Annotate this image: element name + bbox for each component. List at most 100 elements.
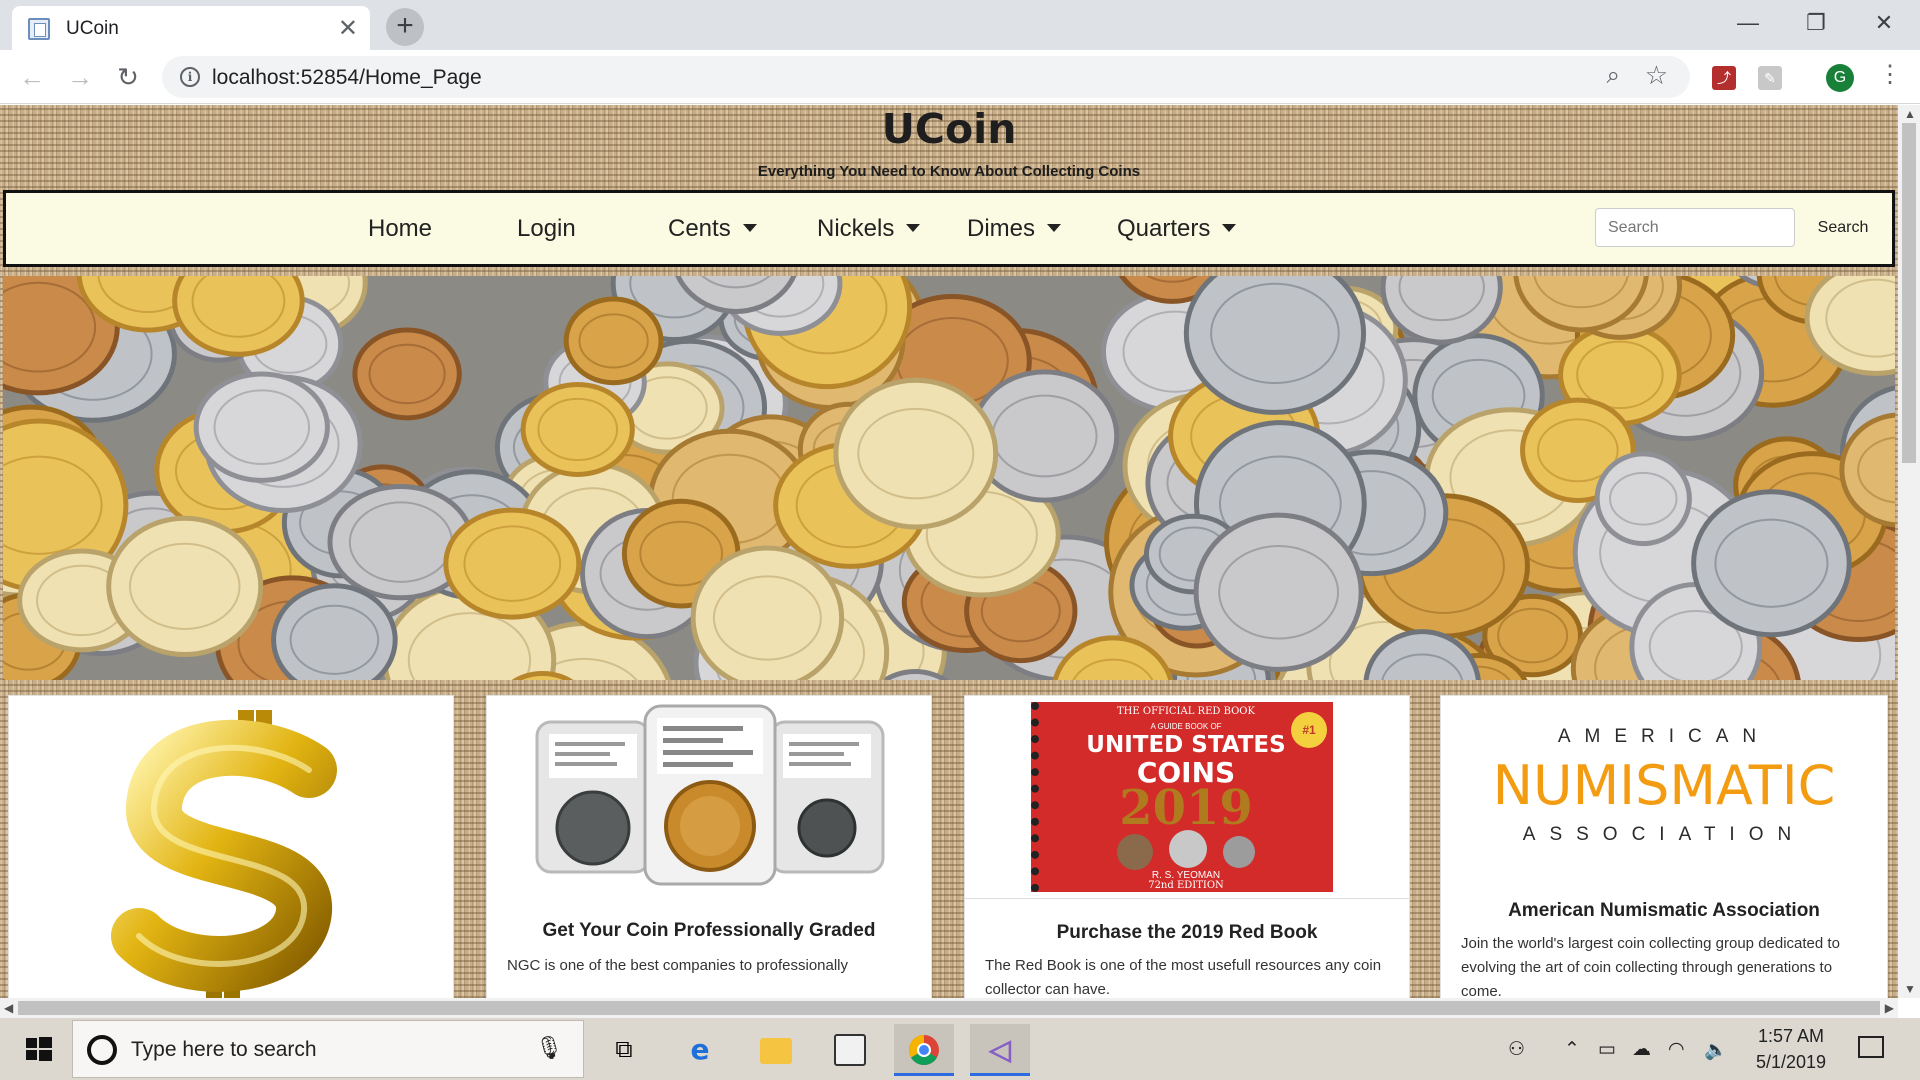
nav-quarters-label: Quarters bbox=[1117, 215, 1211, 242]
site-title: UCoin bbox=[881, 105, 1017, 153]
horizontal-scrollbar[interactable]: ◀ ▶ bbox=[0, 998, 1898, 1018]
ana-logo-middle: NUMISMATIC bbox=[1492, 754, 1836, 817]
card-dollar[interactable] bbox=[8, 695, 454, 998]
nav-dimes-label: Dimes bbox=[967, 215, 1036, 242]
browser-toolbar: ← → ↻ i localhost:52854/Home_Page ⌕ ☆ bbox=[0, 50, 1920, 104]
card-redbook-title: Purchase the 2019 Red Book bbox=[1056, 922, 1318, 943]
card-ana[interactable]: AMERICAN NUMISMATIC ASSOCIATION American… bbox=[1440, 695, 1888, 998]
horizontal-scroll-thumb[interactable] bbox=[18, 1001, 1880, 1015]
minimize-button[interactable]: — bbox=[1720, 6, 1776, 40]
action-center-icon[interactable] bbox=[1858, 1036, 1884, 1058]
taskbar-search-placeholder: Type here to search bbox=[131, 1038, 317, 1061]
people-icon[interactable]: ⚇ bbox=[1508, 1038, 1525, 1061]
caret-down-icon bbox=[1222, 223, 1237, 232]
clock-time[interactable]: 1:57 AM bbox=[1750, 1026, 1832, 1047]
task-view-icon[interactable]: ⧉ bbox=[594, 1024, 654, 1076]
chevron-up-icon[interactable]: ⌃ bbox=[1564, 1038, 1580, 1061]
ngc-graded-slabs-image bbox=[535, 704, 885, 886]
red-book-cover-image: THE OFFICIAL RED BOOK A GUIDE BOOK OF UN… bbox=[1031, 702, 1333, 892]
new-tab-button[interactable]: + bbox=[386, 8, 424, 46]
redbook-line1: UNITED STATES bbox=[1086, 732, 1286, 758]
file-explorer-icon[interactable] bbox=[746, 1024, 806, 1076]
tab-title: UCoin bbox=[66, 18, 119, 39]
caret-down-icon bbox=[742, 223, 757, 232]
profile-avatar[interactable]: G bbox=[1826, 64, 1854, 92]
bookmark-star-icon[interactable]: ☆ bbox=[1645, 60, 1668, 91]
card-divider bbox=[965, 898, 1409, 899]
gold-dollar-sign-image bbox=[111, 710, 337, 998]
card-ana-text: Join the world's largest coin collecting… bbox=[1461, 935, 1840, 998]
redbook-year: 2019 bbox=[1119, 780, 1253, 836]
main-navbar: Home Login Cents Nickels Dimes Quarters … bbox=[3, 190, 1895, 267]
scroll-right-icon[interactable]: ▶ bbox=[1885, 1001, 1894, 1015]
store-icon[interactable] bbox=[820, 1024, 880, 1076]
search-button[interactable]: Search bbox=[1805, 208, 1881, 247]
caret-down-icon bbox=[906, 223, 921, 232]
nav-login-link[interactable]: Login bbox=[517, 215, 576, 243]
zoom-icon[interactable]: ⌕ bbox=[1607, 62, 1620, 90]
browser-tab[interactable]: UCoin ✕ bbox=[12, 6, 370, 50]
redbook-subtitle: A GUIDE BOOK OF bbox=[1150, 722, 1222, 731]
search-input[interactable] bbox=[1595, 208, 1795, 247]
restore-button[interactable]: ❐ bbox=[1788, 6, 1844, 40]
redbook-edition: 72nd EDITION bbox=[1148, 880, 1224, 891]
vertical-scrollbar[interactable]: ▲ ▼ bbox=[1898, 105, 1920, 998]
redbook-badge: #1 bbox=[1291, 712, 1327, 748]
card-redbook-text: The Red Book is one of the most usefull … bbox=[985, 957, 1382, 998]
nav-nickels-label: Nickels bbox=[817, 215, 895, 242]
nav-quarters-dropdown[interactable]: Quarters bbox=[1117, 215, 1237, 243]
scroll-down-icon[interactable]: ▼ bbox=[1904, 982, 1916, 996]
url-text[interactable]: localhost:52854/Home_Page bbox=[212, 66, 482, 90]
reload-icon[interactable]: ↻ bbox=[110, 60, 146, 96]
nav-cents-label: Cents bbox=[668, 215, 731, 242]
card-grading[interactable]: Get Your Coin Professionally Graded NGC … bbox=[486, 695, 932, 998]
nav-login-label: Login bbox=[517, 215, 576, 242]
nav-nickels-dropdown[interactable]: Nickels bbox=[817, 215, 921, 243]
nav-home-link[interactable]: Home bbox=[368, 215, 432, 243]
page-viewport: UCoin Everything You Need to Know About … bbox=[0, 105, 1898, 998]
card-ana-title: American Numismatic Association bbox=[1508, 900, 1820, 921]
windows-start-icon[interactable] bbox=[14, 1032, 66, 1066]
ana-logo-bottom: ASSOCIATION bbox=[1522, 824, 1806, 845]
forward-arrow-icon[interactable]: → bbox=[62, 60, 98, 96]
card-grading-text: NGC is one of the best companies to prof… bbox=[507, 957, 849, 974]
onedrive-cloud-icon[interactable]: ☁ bbox=[1632, 1038, 1651, 1061]
tab-close-icon[interactable]: ✕ bbox=[338, 14, 358, 43]
clock-date[interactable]: 5/1/2019 bbox=[1744, 1052, 1838, 1073]
edge-icon[interactable]: e bbox=[670, 1024, 730, 1076]
nav-home-label: Home bbox=[368, 215, 433, 242]
scroll-left-icon[interactable]: ◀ bbox=[4, 1001, 13, 1015]
visual-studio-icon[interactable]: ◁ bbox=[970, 1024, 1030, 1076]
vertical-scroll-thumb[interactable] bbox=[1902, 123, 1916, 463]
card-grading-title: Get Your Coin Professionally Graded bbox=[542, 920, 876, 941]
address-bar[interactable]: i localhost:52854/Home_Page ⌕ ☆ bbox=[162, 56, 1690, 98]
nav-dimes-dropdown[interactable]: Dimes bbox=[967, 215, 1062, 243]
redbook-coin-3 bbox=[1223, 836, 1255, 868]
wifi-icon[interactable]: ◠ bbox=[1668, 1038, 1685, 1061]
redbook-banner: THE OFFICIAL RED BOOK bbox=[1117, 706, 1255, 717]
volume-icon[interactable]: 🔈 bbox=[1704, 1038, 1728, 1062]
windows-taskbar: Type here to search 🎙 ⧉ e ◁ ⚇ ⌃ ▭ ☁ ◠ 🔈 … bbox=[0, 1018, 1920, 1080]
browser-menu-icon[interactable]: ⋮ bbox=[1878, 60, 1902, 89]
chrome-logo-icon bbox=[908, 1035, 939, 1066]
taskbar-search-box[interactable]: Type here to search 🎙 bbox=[72, 1020, 584, 1078]
cortana-icon[interactable] bbox=[87, 1035, 117, 1065]
card-redbook[interactable]: THE OFFICIAL RED BOOK A GUIDE BOOK OF UN… bbox=[964, 695, 1410, 998]
window-close-button[interactable]: ✕ bbox=[1856, 6, 1912, 40]
coin-pile-illustration bbox=[3, 276, 1895, 680]
microphone-icon[interactable]: 🎙 bbox=[535, 1035, 563, 1061]
info-icon[interactable]: i bbox=[180, 67, 200, 87]
back-arrow-icon[interactable]: ← bbox=[14, 60, 50, 96]
ana-logo-top: AMERICAN bbox=[1557, 726, 1771, 747]
redbook-coin-1 bbox=[1117, 834, 1153, 870]
extension-icon[interactable]: ✎ bbox=[1758, 66, 1782, 90]
scroll-up-icon[interactable]: ▲ bbox=[1904, 107, 1916, 121]
pdf-extension-icon[interactable]: ⤴ bbox=[1712, 66, 1736, 90]
nav-cents-dropdown[interactable]: Cents bbox=[668, 215, 757, 243]
caret-down-icon bbox=[1047, 223, 1062, 232]
page-favicon-icon bbox=[28, 18, 50, 40]
site-tagline: Everything You Need to Know About Collec… bbox=[757, 163, 1141, 180]
chrome-icon[interactable] bbox=[894, 1024, 954, 1076]
battery-icon[interactable]: ▭ bbox=[1598, 1038, 1616, 1061]
hero-coins-image bbox=[3, 276, 1895, 680]
